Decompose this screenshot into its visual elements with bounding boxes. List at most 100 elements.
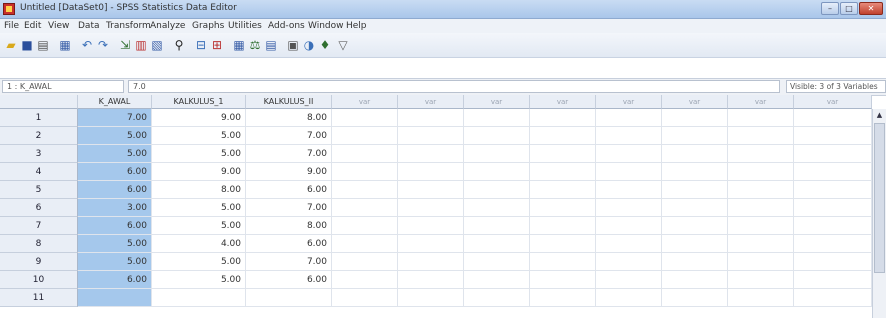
data-cell[interactable] xyxy=(794,289,872,307)
data-cell[interactable]: 5.00 xyxy=(152,145,246,163)
data-cell[interactable]: 9.00 xyxy=(152,163,246,181)
data-cell[interactable] xyxy=(530,127,596,145)
data-cell[interactable] xyxy=(662,109,728,127)
data-cell[interactable] xyxy=(794,163,872,181)
data-cell[interactable] xyxy=(728,235,794,253)
maximize-button[interactable]: □ xyxy=(840,2,858,15)
data-cell[interactable] xyxy=(794,145,872,163)
data-cell[interactable] xyxy=(464,109,530,127)
data-cell[interactable]: 3.00 xyxy=(78,199,152,217)
data-cell[interactable] xyxy=(596,289,662,307)
data-cell[interactable] xyxy=(728,289,794,307)
data-cell[interactable] xyxy=(246,289,332,307)
data-cell[interactable]: 5.00 xyxy=(152,217,246,235)
data-cell[interactable] xyxy=(332,235,398,253)
data-cell[interactable]: 8.00 xyxy=(246,217,332,235)
data-cell[interactable] xyxy=(530,109,596,127)
data-cell[interactable] xyxy=(398,181,464,199)
data-cell[interactable]: 6.00 xyxy=(78,163,152,181)
row-header[interactable]: 8 xyxy=(0,235,78,253)
data-cell[interactable] xyxy=(596,199,662,217)
data-cell[interactable] xyxy=(728,145,794,163)
data-cell[interactable] xyxy=(152,289,246,307)
menu-data[interactable]: Data xyxy=(78,21,100,31)
data-cell[interactable] xyxy=(596,163,662,181)
data-cell[interactable] xyxy=(662,145,728,163)
data-cell[interactable] xyxy=(464,127,530,145)
data-cell[interactable] xyxy=(398,271,464,289)
data-cell[interactable] xyxy=(530,145,596,163)
data-cell[interactable]: 4.00 xyxy=(152,235,246,253)
show-all-icon[interactable]: ♦ xyxy=(318,38,332,52)
scrollbar-thumb[interactable] xyxy=(874,123,885,273)
data-cell[interactable] xyxy=(596,235,662,253)
data-cell[interactable] xyxy=(794,271,872,289)
data-cell[interactable] xyxy=(398,253,464,271)
minimize-button[interactable]: – xyxy=(821,2,839,15)
data-cell[interactable] xyxy=(530,253,596,271)
menu-edit[interactable]: Edit xyxy=(24,21,41,31)
column-header-k-awal[interactable]: K_AWAL xyxy=(78,95,152,109)
data-cell[interactable]: 6.00 xyxy=(78,181,152,199)
data-cell[interactable] xyxy=(794,109,872,127)
data-cell[interactable]: 5.00 xyxy=(152,271,246,289)
redo-icon[interactable]: ↷ xyxy=(96,38,110,52)
data-cell[interactable] xyxy=(794,217,872,235)
menu-graphs[interactable]: Graphs xyxy=(192,21,224,31)
data-cell[interactable] xyxy=(398,127,464,145)
weight-cases-icon[interactable]: ⚖ xyxy=(248,38,262,52)
data-cell[interactable] xyxy=(596,127,662,145)
data-cell[interactable] xyxy=(728,109,794,127)
data-cell[interactable] xyxy=(332,271,398,289)
data-cell[interactable] xyxy=(794,253,872,271)
data-cell[interactable]: 7.00 xyxy=(246,199,332,217)
data-cell[interactable] xyxy=(662,199,728,217)
data-cell[interactable]: 5.00 xyxy=(152,253,246,271)
data-cell[interactable] xyxy=(662,217,728,235)
data-cell[interactable] xyxy=(662,289,728,307)
data-cell[interactable] xyxy=(530,271,596,289)
data-cell[interactable] xyxy=(728,127,794,145)
print-icon[interactable]: ▤ xyxy=(36,38,50,52)
data-cell[interactable]: 5.00 xyxy=(152,127,246,145)
column-header-kalkulus-1[interactable]: KALKULUS_1 xyxy=(152,95,246,109)
open-folder-icon[interactable]: ▰ xyxy=(4,38,18,52)
data-cell[interactable]: 6.00 xyxy=(246,235,332,253)
data-cell[interactable] xyxy=(596,217,662,235)
data-cell[interactable] xyxy=(332,109,398,127)
data-cell[interactable]: 5.00 xyxy=(78,235,152,253)
data-cell[interactable] xyxy=(464,145,530,163)
data-cell[interactable] xyxy=(332,199,398,217)
data-cell[interactable] xyxy=(332,217,398,235)
data-cell[interactable] xyxy=(398,199,464,217)
data-cell[interactable] xyxy=(596,271,662,289)
data-cell[interactable] xyxy=(794,199,872,217)
cell-value-field[interactable]: 7.0 xyxy=(128,80,780,93)
data-cell[interactable] xyxy=(464,217,530,235)
menu-add-ons[interactable]: Add-ons xyxy=(268,21,305,31)
vertical-scrollbar[interactable]: ▲ xyxy=(872,109,886,318)
row-header[interactable]: 3 xyxy=(0,145,78,163)
column-header-var[interactable]: var xyxy=(662,95,728,109)
insert-variable-icon[interactable]: ⊞ xyxy=(210,38,224,52)
data-cell[interactable] xyxy=(398,145,464,163)
row-header[interactable]: 1 xyxy=(0,109,78,127)
variables-icon[interactable]: ▧ xyxy=(150,38,164,52)
data-cell[interactable] xyxy=(398,289,464,307)
data-cell[interactable] xyxy=(728,253,794,271)
data-cell[interactable] xyxy=(464,199,530,217)
use-sets-icon[interactable]: ◑ xyxy=(302,38,316,52)
column-header-var[interactable]: var xyxy=(464,95,530,109)
data-cell[interactable] xyxy=(728,181,794,199)
data-cell[interactable] xyxy=(794,181,872,199)
data-cell[interactable] xyxy=(464,235,530,253)
data-cell[interactable] xyxy=(530,235,596,253)
data-cell[interactable] xyxy=(596,253,662,271)
data-cell[interactable] xyxy=(464,253,530,271)
data-cell[interactable] xyxy=(332,289,398,307)
data-cell[interactable]: 5.00 xyxy=(78,145,152,163)
data-cell[interactable]: 7.00 xyxy=(246,127,332,145)
data-cell[interactable] xyxy=(530,217,596,235)
data-cell[interactable] xyxy=(78,289,152,307)
data-cell[interactable] xyxy=(596,109,662,127)
